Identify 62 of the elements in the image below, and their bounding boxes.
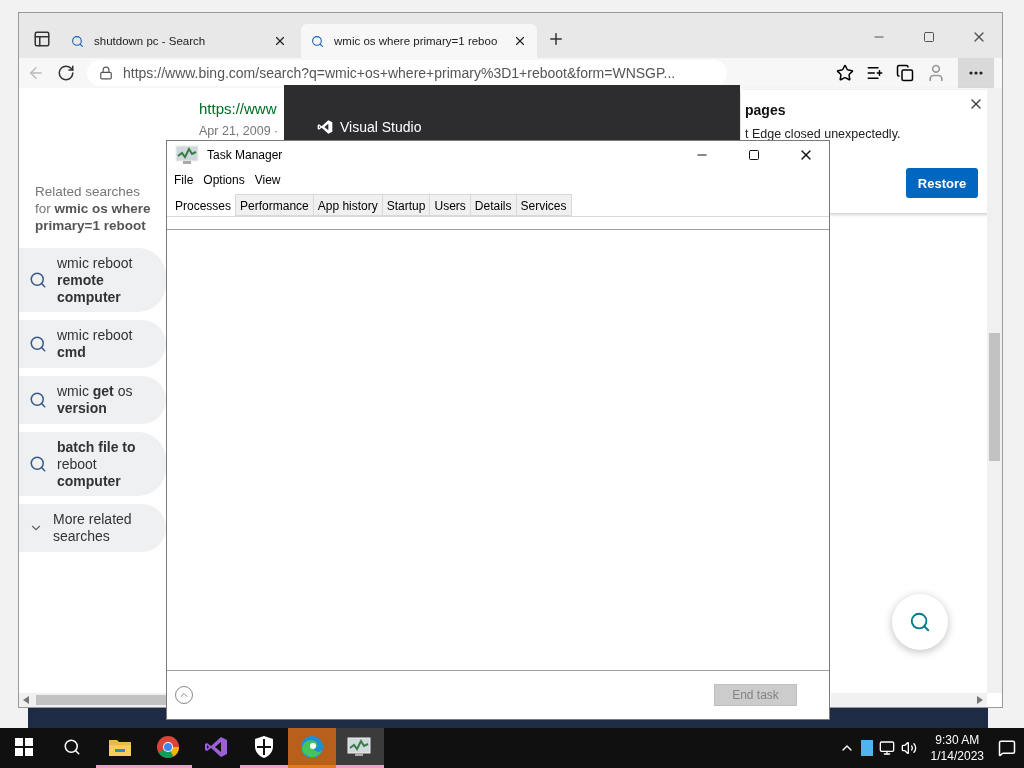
- search-icon: [29, 335, 47, 353]
- edge-icon: [299, 733, 325, 760]
- favorite-icon[interactable]: [836, 64, 854, 82]
- collections-icon[interactable]: [896, 64, 914, 82]
- splash-title: Visual Studio: [340, 119, 422, 135]
- related-heading: Related searches for wmic os where primary=1 reboot: [34, 183, 152, 235]
- shield-icon: [253, 734, 275, 759]
- task-manager-icon: [347, 735, 373, 758]
- taskbar-app[interactable]: [336, 728, 384, 768]
- close-icon[interactable]: [513, 34, 527, 48]
- scrollbar[interactable]: [987, 88, 1002, 693]
- refresh-icon[interactable]: [57, 64, 75, 82]
- profile-icon[interactable]: [926, 63, 946, 83]
- tablet-icon[interactable]: [860, 740, 873, 756]
- restore-button[interactable]: Restore: [906, 168, 978, 198]
- prompt-title: pages: [745, 102, 786, 118]
- tab[interactable]: Performance: [235, 194, 314, 216]
- search-icon: [63, 737, 81, 756]
- related-search[interactable]: More related searches: [19, 504, 166, 552]
- scrollbar[interactable]: [19, 693, 167, 707]
- notification-icon[interactable]: [998, 739, 1016, 757]
- chrome-icon: [156, 734, 180, 759]
- result-date: Apr 21, 2009 ·: [199, 124, 279, 138]
- menu-item[interactable]: Options: [198, 171, 250, 191]
- window-title: Task Manager: [207, 148, 283, 162]
- lock-icon: [99, 66, 113, 80]
- task-manager-icon: [175, 144, 201, 166]
- network-icon[interactable]: [878, 740, 895, 756]
- tab[interactable]: Startup: [381, 194, 431, 216]
- visual-studio-icon: [204, 734, 228, 759]
- search-icon: [29, 271, 47, 289]
- search-icon: [29, 455, 47, 473]
- related-search[interactable]: wmic reboot remote computer: [19, 248, 166, 312]
- browser-tab[interactable]: shutdown pc - Search: [61, 24, 297, 58]
- favorites-icon[interactable]: [866, 64, 884, 82]
- search-icon: [71, 34, 84, 48]
- more-icon: [969, 71, 983, 75]
- tab[interactable]: Details: [469, 194, 517, 216]
- visual-studio-icon: [316, 119, 334, 135]
- scrollbar-track[interactable]: [831, 693, 987, 707]
- search-icon: [909, 611, 931, 633]
- tab[interactable]: Services: [515, 194, 572, 216]
- volume-icon[interactable]: [900, 740, 917, 756]
- search-icon: [29, 391, 47, 409]
- url-text: https://www.bing.com/search?q=wmic+os+where+primary%3D1+reboot&form=WNSGP...: [123, 65, 676, 81]
- menu-item[interactable]: File: [169, 171, 199, 191]
- scroll-right-icon[interactable]: [977, 696, 983, 704]
- windows-logo-icon: [15, 737, 33, 756]
- result-url[interactable]: https://www: [199, 100, 277, 117]
- tab[interactable]: App history: [312, 194, 383, 216]
- close-icon[interactable]: [273, 34, 287, 48]
- address-field[interactable]: https://www.bing.com/search?q=wmic+os+where+primary%3D1+reboot&form=WNSGP...: [87, 60, 727, 86]
- clock[interactable]: 9:30 AM 1/14/2023: [922, 732, 992, 764]
- scroll-left-icon[interactable]: [23, 696, 29, 704]
- tab[interactable]: Users: [429, 194, 471, 216]
- prompt-message: t Edge closed unexpectedly.: [745, 127, 902, 141]
- menu-item[interactable]: View: [249, 171, 286, 191]
- browser-tab[interactable]: wmic os where primary=1 reboo: [301, 24, 537, 58]
- search-icon: [311, 34, 324, 48]
- related-search[interactable]: wmic reboot cmd: [19, 320, 166, 368]
- related-search[interactable]: batch file to reboot computer: [19, 432, 166, 496]
- related-search[interactable]: wmic get os version: [19, 376, 166, 424]
